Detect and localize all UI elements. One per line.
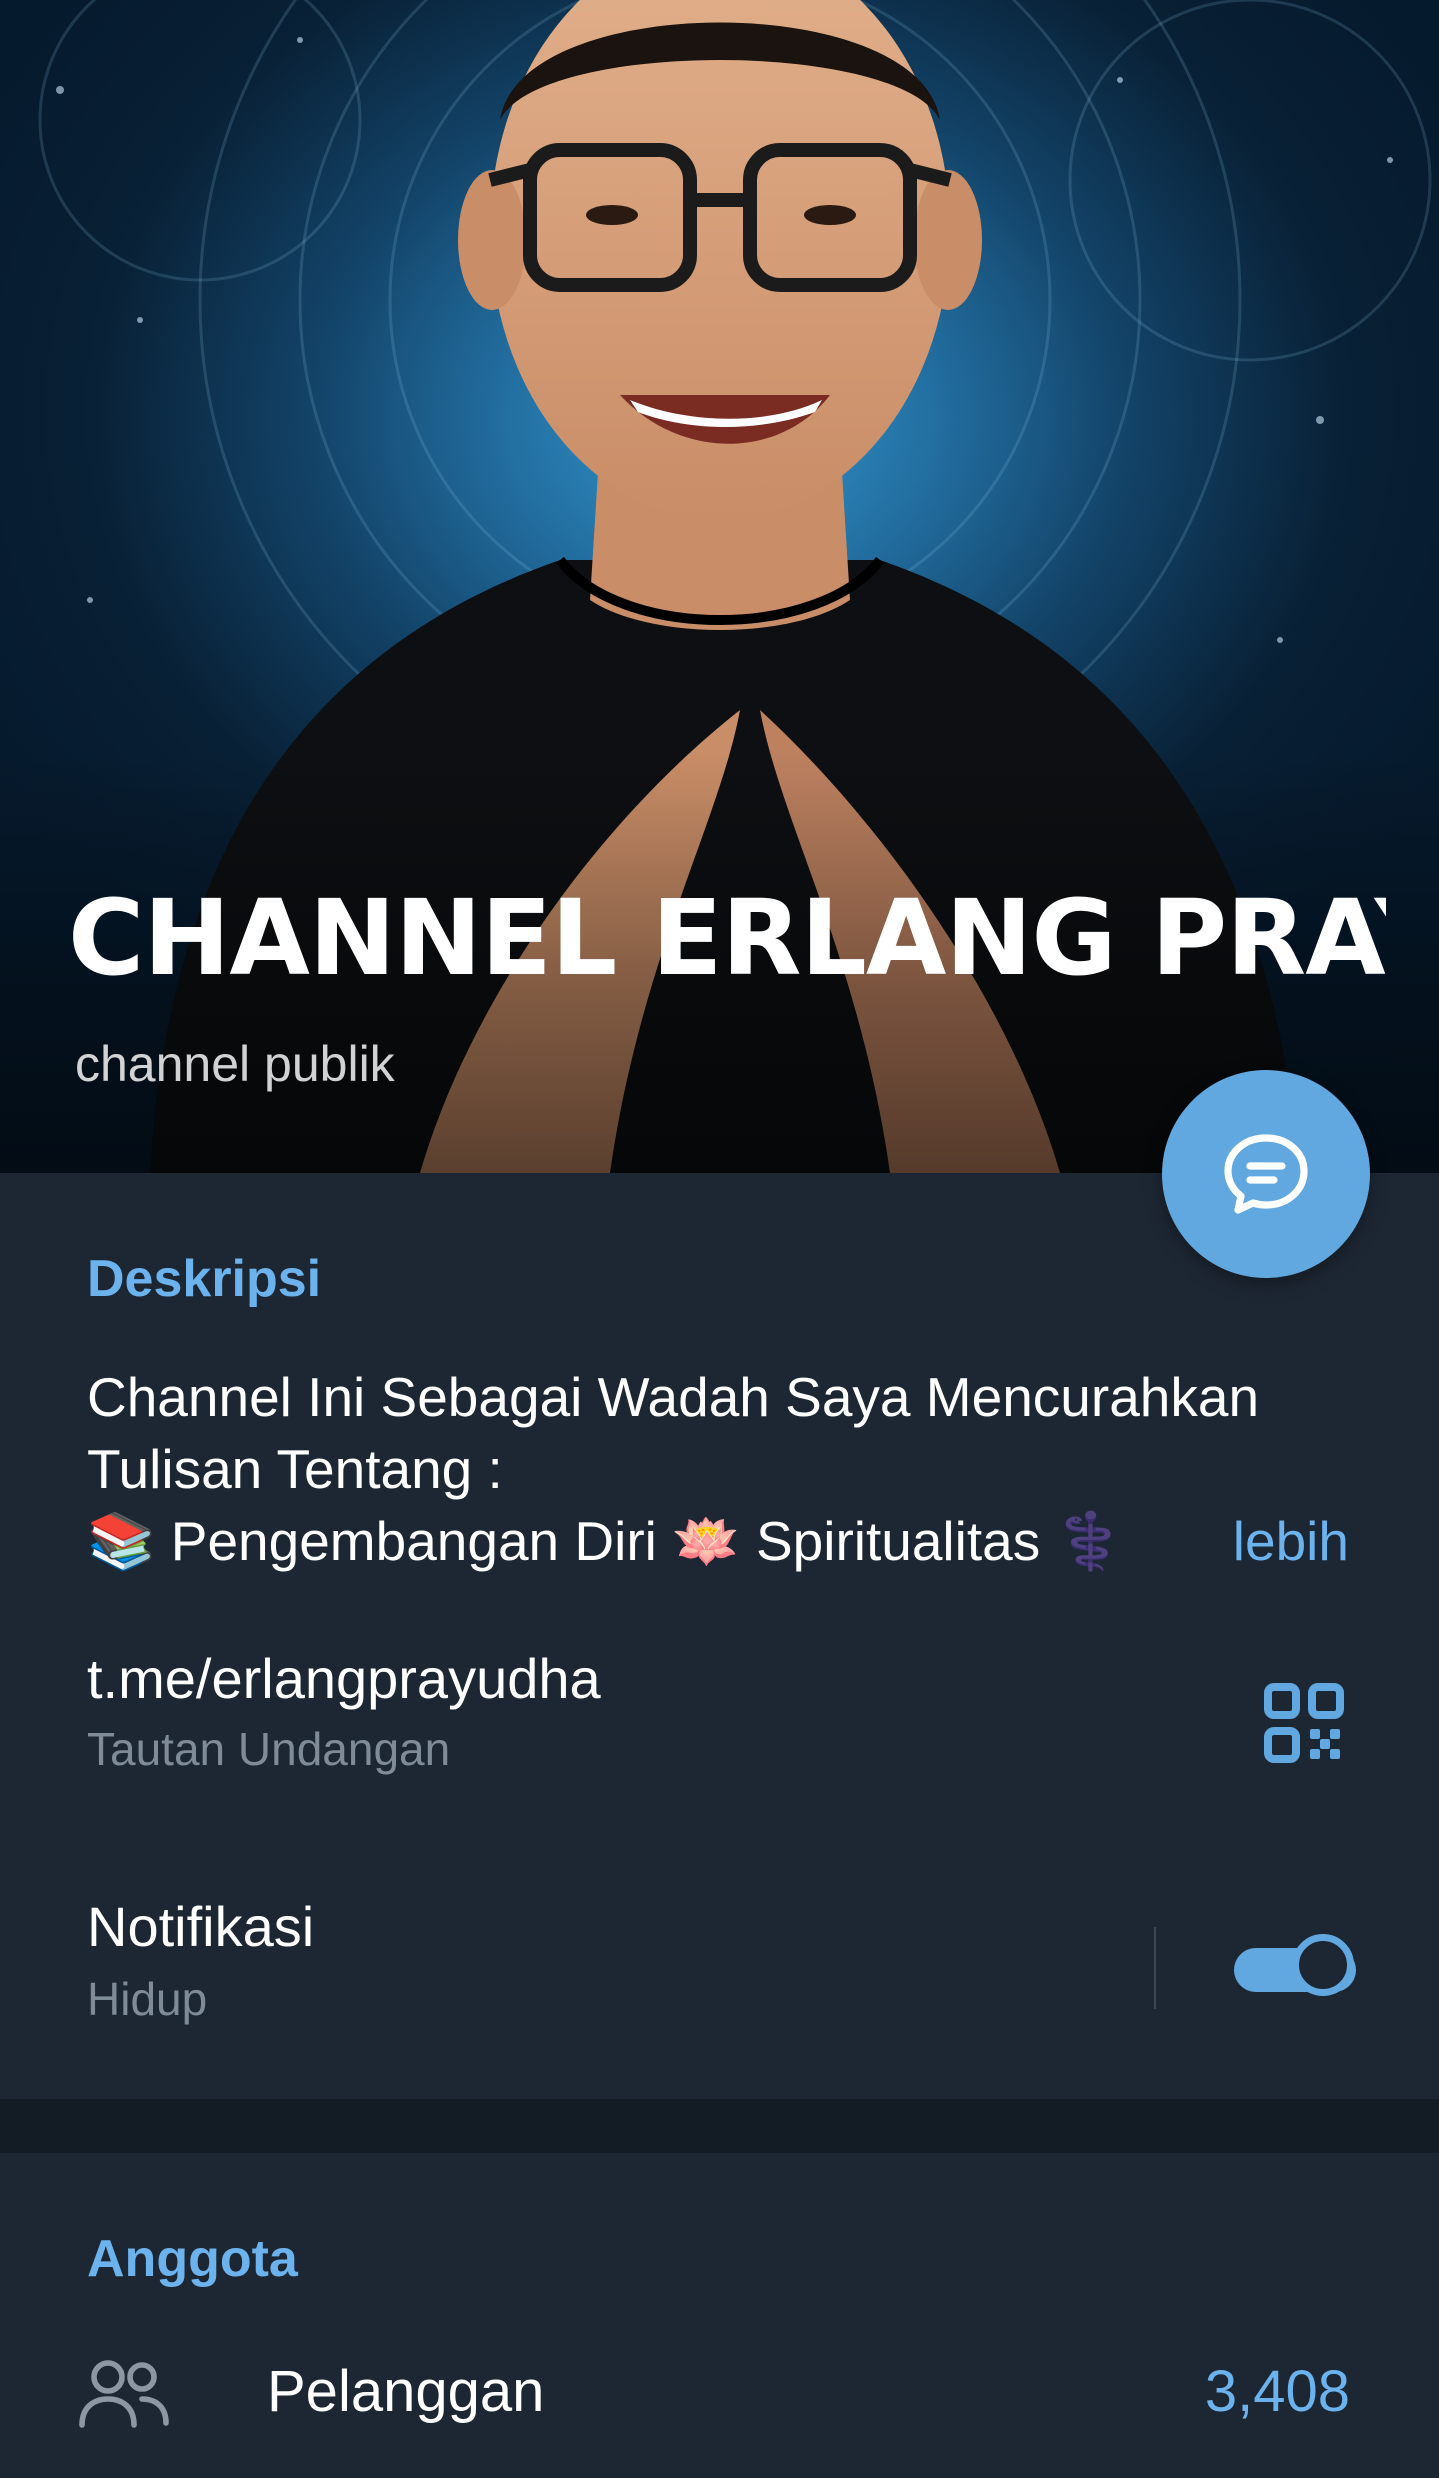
description-line: Tulisan Tentang : xyxy=(87,1438,503,1500)
qr-code-icon[interactable] xyxy=(1262,1681,1346,1765)
toggle-knob xyxy=(1292,1934,1354,1996)
description-line: Channel Ini Sebagai Wadah Saya Mencurahk… xyxy=(87,1366,1260,1428)
chat-bubble-icon xyxy=(1224,1134,1308,1214)
medical-symbol-emoji: ⚕️ xyxy=(1055,1509,1125,1573)
people-icon xyxy=(79,2360,169,2428)
channel-type-label: channel publik xyxy=(75,1036,395,1092)
notifications-title[interactable]: Notifikasi xyxy=(87,1893,314,1961)
section-separator xyxy=(0,2099,1439,2153)
lotus-emoji: 🪷 xyxy=(672,1509,741,1573)
description-line: 📚 Pengembangan Diri 🪷 Spiritualitas ⚕️ xyxy=(87,1505,1377,1577)
books-emoji: 📚 xyxy=(87,1509,156,1573)
members-heading: Anggota xyxy=(87,2230,298,2288)
description-topic: Pengembangan Diri xyxy=(155,1510,673,1572)
channel-title: CHANNEL ERLANG PRAYUDHA xyxy=(68,877,1386,999)
channel-profile-screen: CHANNEL ERLANG PRAYUDHA channel publik D… xyxy=(0,0,1439,2478)
subscribers-count[interactable]: 3,408 xyxy=(1205,2357,1350,2427)
discuss-button[interactable] xyxy=(1162,1070,1370,1278)
channel-info-section: Deskripsi Channel Ini Sebagai Wadah Saya… xyxy=(0,1173,1439,2099)
invite-link-label: Tautan Undangan xyxy=(87,1723,451,1775)
description-topic: Spiritualitas xyxy=(740,1510,1056,1572)
description-heading: Deskripsi xyxy=(87,1250,322,1308)
subscribers-label[interactable]: Pelanggan xyxy=(267,2357,544,2427)
notifications-status: Hidup xyxy=(87,1973,208,2025)
description-more-link[interactable]: lebih xyxy=(1233,1505,1349,1577)
notifications-toggle[interactable] xyxy=(1232,1930,1362,2006)
invite-link[interactable]: t.me/erlangprayudha xyxy=(87,1645,601,1713)
row-divider xyxy=(1154,1927,1156,2009)
members-section: Anggota Pelanggan 3,408 xyxy=(0,2153,1439,2478)
channel-header-photo[interactable]: CHANNEL ERLANG PRAYUDHA channel publik xyxy=(0,0,1439,1173)
channel-description[interactable]: Channel Ini Sebagai Wadah Saya Mencurahk… xyxy=(87,1361,1377,1577)
